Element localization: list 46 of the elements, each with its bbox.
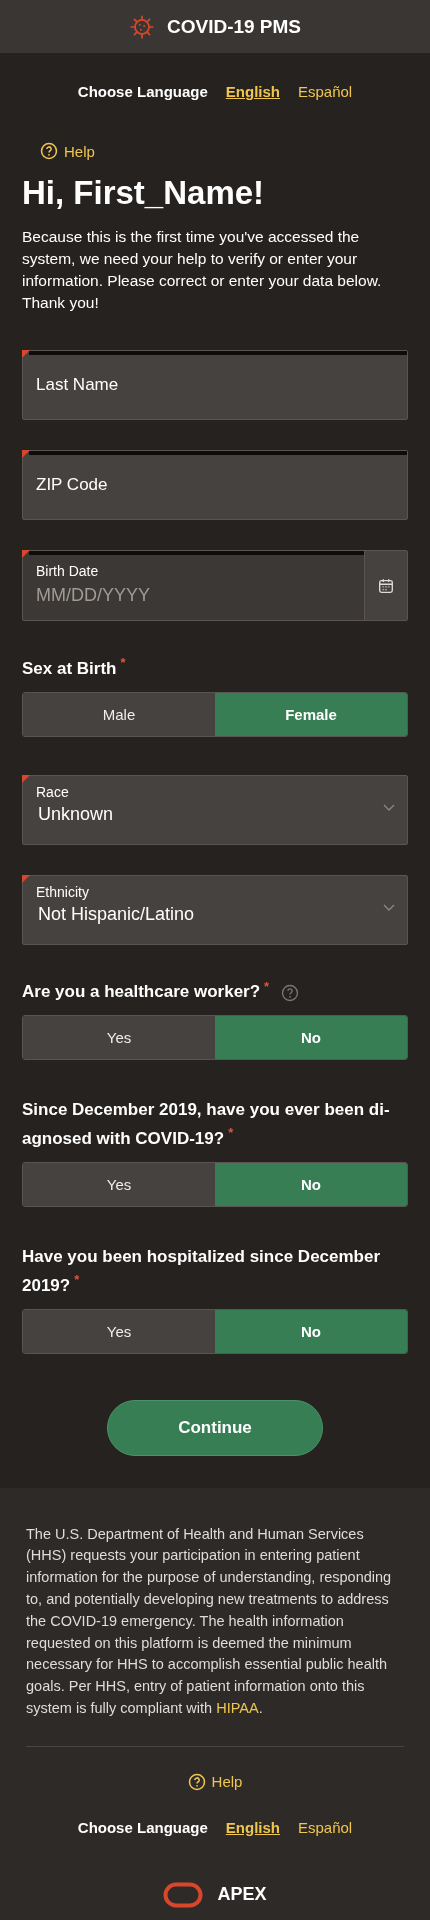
question-label: Since December 2019, have you ever been di-agnosed with COVID-19? $^{*}$ — [22, 1100, 390, 1148]
language-label: Choose Language — [77, 1818, 208, 1836]
question-label: Have you been hospitalized since December 2019? $^{*}$ — [22, 1246, 381, 1295]
language-label: Choose Language — [77, 83, 208, 100]
chevron-down-icon — [383, 803, 395, 812]
select-value: Not Hispanic/Latino — [37, 903, 195, 925]
option-button[interactable]: Yes — [23, 1162, 215, 1206]
option-button[interactable]: No — [215, 1309, 407, 1353]
option-button[interactable]: Male — [23, 692, 215, 736]
text-field[interactable]: Last Name — [22, 350, 408, 420]
help-label: Help — [211, 1773, 243, 1791]
help-link[interactable]: Help — [40, 142, 95, 160]
language-link[interactable]: Español — [298, 83, 353, 100]
select-field[interactable]: Ethnicity Not Hispanic/Latino — [22, 874, 408, 945]
field-label: Race — [36, 783, 70, 800]
app-title: COVID-19 PMS — [166, 15, 302, 38]
field-label: Last Name — [36, 375, 119, 395]
ring-logo-icon — [163, 1881, 204, 1908]
question-label: Are you a healthcare worker? $^{*}$ — [22, 982, 270, 1002]
help-icon[interactable] — [281, 983, 300, 1002]
chevron-down-icon — [383, 903, 395, 912]
intro-text: Because this is the first time you've accessed the system, we need your help to verify or enter your information. Please correct or enter your data below. Thank you! — [22, 227, 383, 313]
continue-button[interactable]: Continue — [107, 1399, 323, 1456]
help-label: Help — [64, 142, 95, 160]
help-link[interactable]: Help — [187, 1772, 243, 1791]
help-icon — [187, 1772, 206, 1791]
greeting-heading: Hi, First_Name! — [22, 174, 266, 212]
option-button[interactable]: No — [215, 1016, 407, 1060]
virus-icon — [128, 13, 155, 40]
language-link[interactable]: Español — [298, 1818, 353, 1836]
option-button[interactable]: No — [215, 1162, 407, 1206]
language-link[interactable]: English — [225, 1818, 280, 1836]
text-field[interactable]: ZIP Code — [22, 450, 408, 520]
option-button[interactable]: Yes — [23, 1016, 215, 1060]
field-label: Ethnicity — [36, 883, 90, 900]
option-button[interactable]: Female — [215, 692, 407, 736]
hipaa-link[interactable]: HIPAA — [216, 1700, 259, 1716]
select-value: Unknown — [37, 803, 114, 825]
question-label: Sex at Birth $^{*}$ — [22, 658, 126, 678]
language-link[interactable]: English — [225, 83, 280, 100]
option-button[interactable]: Yes — [23, 1309, 215, 1353]
field-label: ZIP Code — [36, 475, 108, 495]
select-field[interactable]: Race Unknown — [22, 774, 408, 845]
brand-name: APEX — [217, 1884, 267, 1906]
notice-text: The U.S. Department of Health and Human Services (HHS) requests your participation in entering patient information for the purpose of understanding, responding to, and potentially developing new treatments to address the COVID-19 emergency. The health information requested on this platform is deemed the minimum necessary for HHS to accomplish essential public health goals. Per HHS, entry of patient information onto this system is fully compliant with HIPAA. — [26, 1524, 393, 1718]
help-icon — [40, 142, 58, 160]
